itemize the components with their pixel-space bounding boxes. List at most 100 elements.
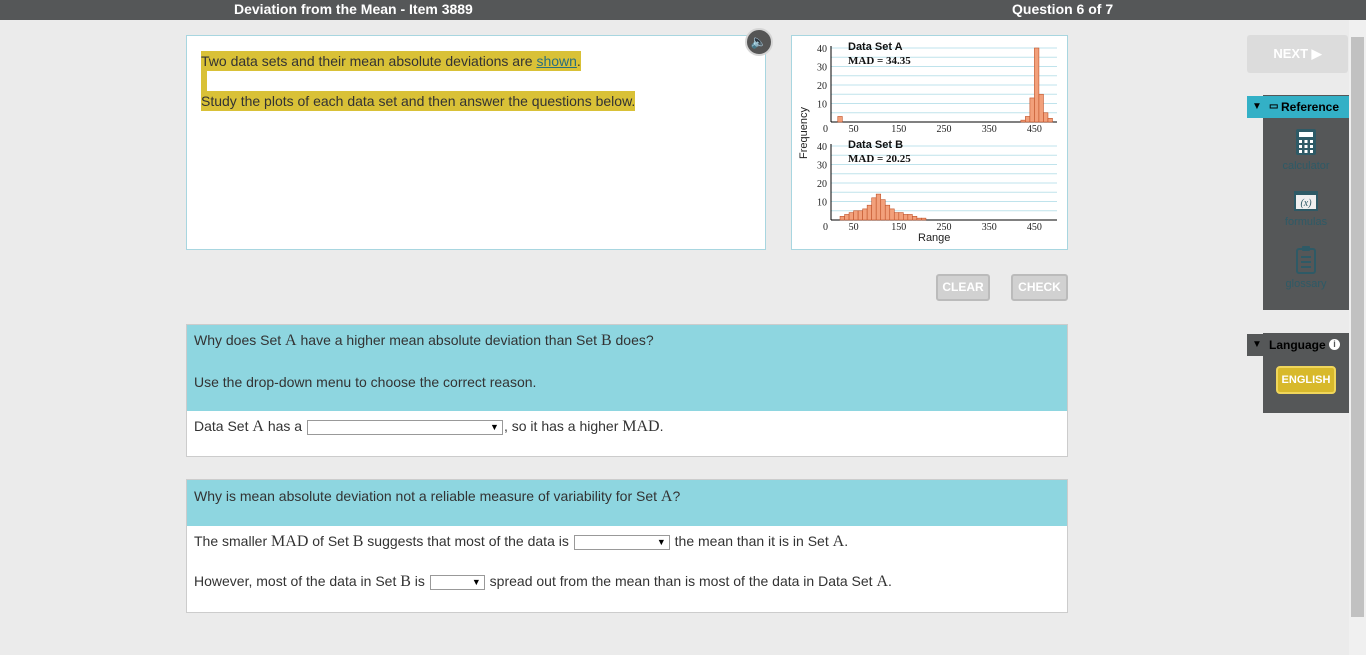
scrollbar[interactable]: [1349, 20, 1366, 655]
histogram-bar: [1029, 97, 1035, 123]
svg-text:(x): (x): [1300, 198, 1312, 209]
prompt-line-1: Two data sets and their mean absolute de…: [201, 51, 581, 71]
histogram-bar: [875, 193, 882, 221]
top-bar: Deviation from the Mean - Item 3889 Ques…: [0, 0, 1366, 20]
y-tick-label: 30: [817, 161, 827, 172]
histogram-bar: [1025, 116, 1031, 123]
highlight-spacer: [201, 71, 207, 91]
x-tick-label: 150: [891, 222, 906, 233]
question-1-header: Why does Set A have a higher mean absolu…: [187, 325, 1067, 411]
prompt-line-2: Study the plots of each data set and the…: [201, 91, 636, 111]
next-button[interactable]: NEXT ▶: [1247, 35, 1348, 73]
shown-link[interactable]: shown: [536, 53, 576, 69]
histogram-bar: [853, 210, 859, 221]
calculator-label: calculator: [1282, 160, 1330, 172]
histogram-bar: [898, 212, 904, 221]
chart-panel: Frequency Range 40 30 20 10 0 50 150 250 350 450 D…: [791, 35, 1068, 250]
spread-dropdown[interactable]: ▼: [429, 574, 485, 590]
chevron-down-icon: ▼: [490, 421, 499, 432]
x-tick-label: 250: [937, 222, 952, 233]
histogram-bar: [848, 212, 854, 221]
question-2-line-1: The smaller MAD of Set B suggests that m…: [194, 533, 849, 550]
info-icon[interactable]: i: [1329, 339, 1340, 350]
prompt-text: Two data sets and their mean absolute de…: [201, 53, 537, 69]
scrollbar-thumb[interactable]: [1351, 37, 1364, 617]
formulas-label: formulas: [1284, 216, 1328, 228]
y-tick-label: 10: [817, 198, 827, 209]
histogram-bar: [844, 214, 850, 221]
prompt-panel: Two data sets and their mean absolute de…: [186, 35, 766, 250]
panel-title: Data Set B: [848, 139, 903, 151]
histogram-bar: [889, 208, 895, 221]
histogram-bar: [880, 199, 886, 221]
x-axis-label: Range: [918, 232, 950, 244]
reference-label: Reference: [1281, 100, 1340, 114]
x-tick-label: 350: [982, 124, 997, 135]
histogram-bar: [1034, 47, 1040, 123]
x-tick-label: 450: [1027, 124, 1042, 135]
x-tick-label: 50: [849, 222, 859, 233]
closeness-dropdown[interactable]: ▼: [573, 534, 670, 550]
histogram-bar: [1038, 93, 1044, 123]
histogram-bar: [916, 217, 922, 221]
english-button[interactable]: ENGLISH: [1276, 366, 1336, 394]
x-tick-label: 150: [891, 124, 906, 135]
histogram-bar: [921, 217, 927, 221]
calculator-tool[interactable]: calculator: [1263, 128, 1349, 172]
chevron-down-icon: ▼: [656, 536, 666, 547]
question-1-answer-line: Data Set A has a ▼, so it has a higher M…: [194, 418, 664, 435]
question-1-text: Why does Set A have a higher mean absolu…: [194, 332, 654, 349]
question-1-block: Why does Set A have a higher mean absolu…: [186, 324, 1068, 457]
mad-label: MAD = 20.25: [848, 153, 911, 165]
glossary-label: glossary: [1285, 278, 1327, 290]
x-tick-label: 450: [1027, 222, 1042, 233]
question-2-line-2: However, most of the data in Set B is ▼ …: [194, 573, 892, 590]
x-tick-label: 350: [982, 222, 997, 233]
histogram-bar: [862, 208, 868, 221]
x-tick-label: 250: [937, 124, 952, 135]
histogram-bar: [1020, 119, 1026, 123]
question-2-text: Why is mean absolute deviation not a rel…: [194, 488, 681, 505]
histogram-bar: [839, 216, 845, 221]
formulas-icon: (x): [1294, 191, 1318, 211]
y-tick-label: 40: [817, 142, 827, 153]
triangle-down-icon: ▼: [1252, 101, 1262, 112]
y-tick-label: 0: [823, 124, 828, 135]
triangle-down-icon: ▼: [1252, 339, 1262, 350]
audio-button[interactable]: 🔈: [745, 28, 773, 56]
chevron-down-icon: ▼: [471, 576, 481, 587]
y-tick-label: 0: [823, 222, 828, 233]
mad-label: MAD = 34.35: [848, 55, 911, 67]
histogram-bar: [837, 116, 843, 123]
language-label: Language: [1269, 338, 1326, 352]
y-tick-label: 10: [817, 100, 827, 111]
clear-button[interactable]: CLEAR: [936, 274, 990, 301]
y-tick-label: 30: [817, 63, 827, 74]
y-tick-label: 40: [817, 44, 827, 55]
reason-dropdown[interactable]: ▼: [306, 419, 503, 435]
histogram-bar: [1047, 118, 1053, 123]
formulas-tool[interactable]: (x) formulas: [1263, 190, 1349, 228]
language-tab[interactable]: ▼ Language i: [1247, 334, 1349, 356]
glossary-icon: [1296, 246, 1316, 274]
histogram-chart: Frequency Range 40 30 20 10 0 50 150 250 350 450 D…: [798, 41, 1057, 244]
check-button[interactable]: CHECK: [1011, 274, 1068, 301]
glossary-tool[interactable]: glossary: [1263, 246, 1349, 290]
histogram-bar: [893, 212, 900, 221]
histogram-bar: [907, 214, 913, 221]
histogram-bar: [903, 214, 909, 221]
question-2-block: Why is mean absolute deviation not a rel…: [186, 479, 1068, 613]
page-title: Deviation from the Mean - Item 3889: [234, 1, 473, 17]
histogram-bar: [1043, 112, 1049, 123]
histogram-bar: [871, 197, 877, 221]
histogram-bar: [866, 204, 872, 221]
reference-tab[interactable]: ▼ ▭ Reference: [1247, 96, 1349, 118]
y-tick-label: 20: [817, 81, 827, 92]
y-tick-label: 20: [817, 179, 827, 190]
panel-title: Data Set A: [848, 41, 903, 53]
histogram-bar: [884, 204, 891, 221]
question-1-instruction: Use the drop-down menu to choose the cor…: [194, 374, 537, 390]
y-axis-label: Frequency: [798, 107, 810, 159]
histogram-bar: [857, 210, 863, 221]
x-tick-label: 50: [849, 124, 859, 135]
